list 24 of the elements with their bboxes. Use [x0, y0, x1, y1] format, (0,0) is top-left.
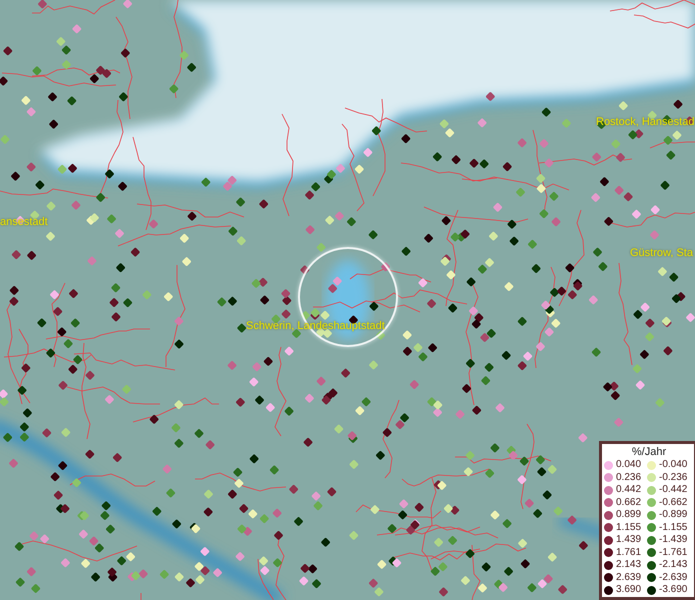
legend-value: -2.143 [659, 559, 688, 572]
legend-value: -2.639 [659, 572, 688, 584]
legend-value: 1.155 [616, 522, 642, 534]
legend-value: -3.690 [659, 584, 688, 596]
legend-value: -1.439 [659, 534, 688, 546]
legend-value: -0.442 [659, 484, 688, 496]
legend-value: 0.662 [616, 496, 642, 509]
legend-value: -1.155 [659, 522, 688, 534]
legend-value: 0.442 [616, 484, 642, 496]
legend-value: 1.761 [616, 546, 642, 559]
legend-value: -1.761 [659, 546, 688, 559]
legend-value: 1.439 [616, 534, 642, 546]
legend-value: 0.236 [616, 472, 642, 484]
legend-value: -0.899 [659, 509, 688, 522]
place-label: Güstrow, Sta [630, 247, 693, 259]
legend-value: 0.040 [616, 459, 642, 472]
legend-value: 2.639 [616, 572, 642, 584]
legend-value: 0.899 [616, 509, 642, 522]
legend-value: -0.040 [659, 459, 688, 472]
legend-value: -0.236 [659, 472, 688, 484]
legend-value: 3.690 [616, 584, 642, 596]
legend-value: -0.662 [659, 496, 688, 509]
legend-value: 2.143 [616, 559, 642, 572]
legend-title: %/Jahr [630, 445, 668, 459]
